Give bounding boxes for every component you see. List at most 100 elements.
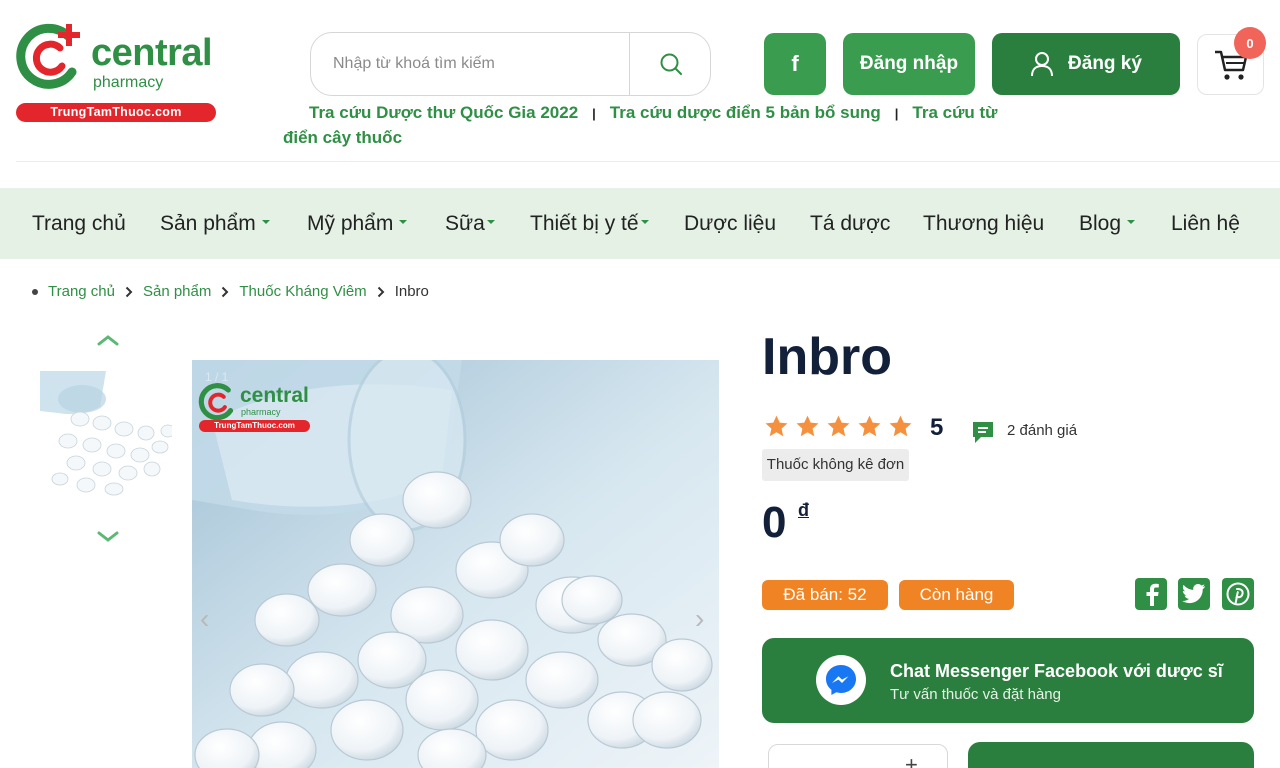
breadcrumb-dot-icon (32, 289, 38, 295)
messenger-icon (816, 655, 866, 705)
watermark-tag: TrungTamThuoc.com (199, 420, 310, 432)
share-pinterest-button[interactable] (1222, 578, 1254, 610)
nav-item-blog[interactable]: Blog (1079, 188, 1136, 259)
image-watermark: central pharmacy TrungTamThuoc.com (198, 382, 313, 434)
chevron-down-icon (261, 220, 270, 225)
chevron-down-icon (486, 220, 495, 225)
breadcrumb-link-san-pham[interactable]: Sản phẩm (143, 281, 211, 303)
logo-subtitle: pharmacy (93, 74, 164, 91)
quicklink-separator: | (592, 106, 596, 121)
chevron-right-icon (377, 286, 385, 298)
login-button[interactable]: Đăng nhập (843, 33, 975, 95)
facebook-icon (1146, 583, 1159, 606)
nav-item-lien-he[interactable]: Liên hệ (1171, 188, 1240, 259)
sold-count-badge: Đã bán: 52 (762, 580, 888, 610)
nav-item-my-pham[interactable]: Mỹ phẩm (307, 188, 408, 259)
image-prev-button[interactable]: ‹ (200, 605, 218, 633)
nav-label: Liên hệ (1171, 212, 1240, 235)
product-price: 0 (762, 498, 787, 547)
register-button[interactable]: Đăng ký (992, 33, 1180, 95)
quantity-plus-button[interactable]: + (905, 752, 918, 768)
nav-label: Sản phẩm (160, 212, 256, 235)
pinterest-icon (1226, 582, 1250, 606)
messenger-subtitle: Tư vấn thuốc và đặt hàng (890, 686, 1061, 703)
twitter-icon (1182, 584, 1205, 604)
chevron-down-icon (1127, 220, 1136, 225)
quick-links: Tra cứu Dược thư Quốc Gia 2022 | Tra cứu d… (283, 101, 1023, 150)
price-currency: đ (798, 500, 809, 520)
share-twitter-button[interactable] (1178, 578, 1210, 610)
breadcrumb-current: Inbro (394, 283, 429, 300)
product-thumbnail[interactable] (40, 371, 172, 497)
product-thumbnail-image (40, 371, 172, 497)
chevron-right-icon (221, 286, 229, 298)
comment-icon (973, 422, 993, 443)
search-bar (310, 32, 711, 96)
chevron-up-icon (97, 335, 119, 346)
add-to-cart-button[interactable] (968, 742, 1254, 768)
watermark-word: central (240, 384, 309, 407)
quicklink-duoc-thu[interactable]: Tra cứu Dược thư Quốc Gia 2022 (309, 103, 578, 122)
facebook-icon: f (791, 51, 799, 76)
breadcrumb-link-category[interactable]: Thuốc Kháng Viêm (239, 281, 366, 303)
logo-mark-icon (16, 23, 80, 89)
nav-item-duoc-lieu[interactable]: Dược liệu (684, 188, 776, 259)
rating-stars (764, 414, 913, 442)
messenger-chat-button[interactable]: Chat Messenger Facebook với dược sĩ Tư v… (762, 638, 1254, 723)
nav-item-ta-duoc[interactable]: Tá dược (810, 188, 890, 259)
prescription-tag: Thuốc không kê đơn (762, 449, 909, 481)
nav-item-thiet-bi-y-te[interactable]: Thiết bị y tế (530, 188, 649, 259)
register-label: Đăng ký (1068, 53, 1142, 74)
search-button[interactable] (629, 33, 710, 95)
nav-item-sua[interactable]: Sữa (445, 188, 495, 259)
watermark-logo-icon (198, 383, 234, 421)
nav-label: Thương hiệu (923, 212, 1045, 235)
star-icon (889, 415, 912, 437)
nav-item-thuong-hieu[interactable]: Thương hiệu (923, 188, 1044, 259)
quicklink-separator: | (894, 106, 899, 121)
chevron-down-icon (97, 531, 119, 542)
star-icon (765, 415, 788, 437)
nav-label: Mỹ phẩm (307, 212, 394, 235)
nav-item-trang-chu[interactable]: Trang chủ (32, 188, 126, 259)
main-nav: Trang chủ Sản phẩm Mỹ phẩm Sữa Thiết bị … (0, 188, 1280, 259)
chevron-down-icon (640, 220, 649, 225)
chevron-down-icon (399, 220, 408, 225)
search-input[interactable] (311, 33, 629, 95)
nav-label: Tá dược (810, 212, 891, 235)
breadcrumb-link-trang-chu[interactable]: Trang chủ (48, 281, 115, 303)
watermark-sub: pharmacy (241, 407, 281, 417)
chevron-right-icon: › (695, 603, 705, 634)
quicklink-duoc-dien[interactable]: Tra cứu dược điển 5 bản bổ sung (610, 103, 881, 122)
logo-wordmark: central (91, 32, 213, 74)
messenger-title: Chat Messenger Facebook với dược sĩ (890, 661, 1223, 681)
stock-status-badge: Còn hàng (899, 580, 1014, 610)
nav-label: Trang chủ (32, 212, 126, 235)
quantity-stepper[interactable] (768, 744, 948, 768)
review-count-link[interactable]: 2 đánh giá (1007, 421, 1077, 441)
product-title: Inbro (762, 328, 892, 386)
star-icon (796, 415, 819, 437)
thumbnail-scroll-up-button[interactable] (95, 333, 121, 347)
nav-label: Dược liệu (684, 212, 777, 235)
header-divider (16, 161, 1280, 162)
star-icon (858, 415, 881, 437)
thumbnail-scroll-down-button[interactable] (95, 530, 121, 544)
logo-tagline: TrungTamThuoc.com (16, 103, 216, 122)
search-icon (660, 53, 682, 75)
rating-value: 5 (930, 414, 944, 441)
cart-count-badge: 0 (1234, 27, 1266, 59)
site-logo[interactable]: central pharmacy TrungTamThuoc.com (16, 22, 216, 122)
nav-label: Blog (1079, 212, 1122, 235)
share-facebook-button[interactable] (1135, 578, 1167, 610)
star-icon (827, 415, 850, 437)
facebook-button[interactable]: f (764, 33, 826, 95)
image-next-button[interactable]: › (695, 605, 713, 633)
site-header: central pharmacy TrungTamThuoc.com f Đăn… (0, 0, 1280, 162)
nav-label: Thiết bị y tế (530, 212, 639, 235)
chevron-right-icon (125, 286, 133, 298)
product-main-image[interactable]: 1 / 1 central pharmacy TrungTamThuoc.com (192, 360, 719, 768)
chevron-left-icon: ‹ (200, 603, 210, 634)
nav-label: Sữa (445, 212, 485, 235)
nav-item-san-pham[interactable]: Sản phẩm (160, 188, 270, 259)
